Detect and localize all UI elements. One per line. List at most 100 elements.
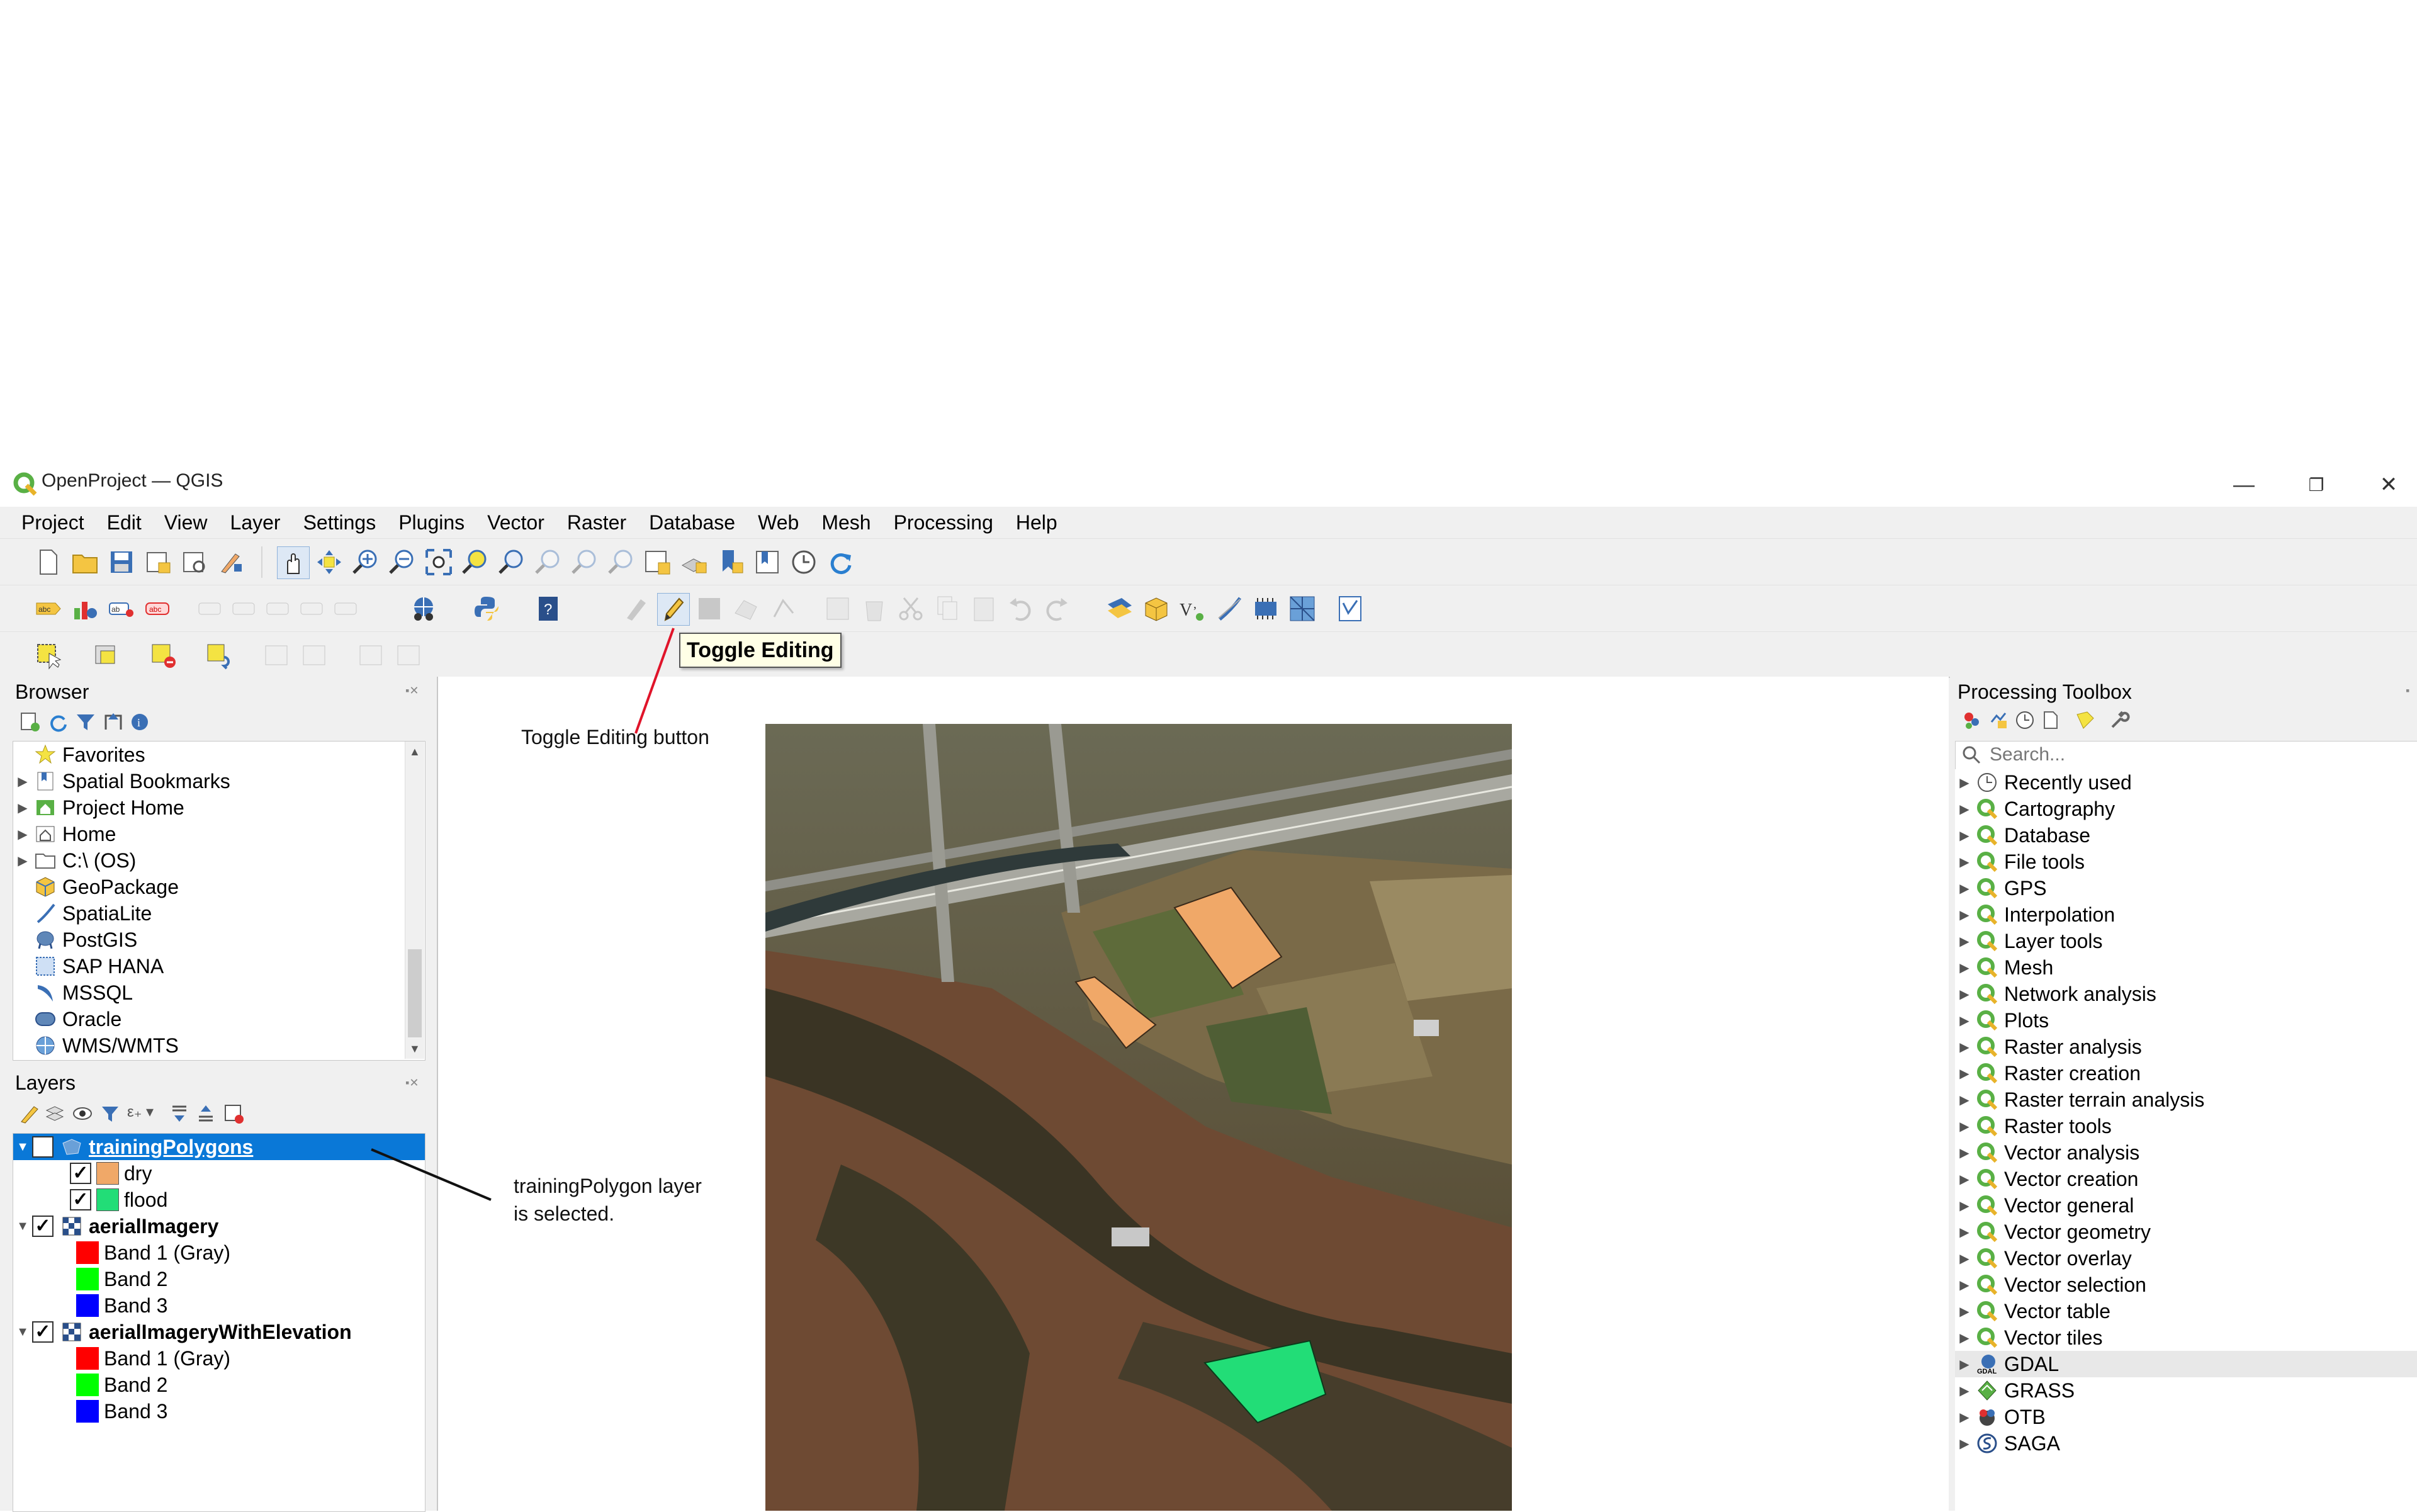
close-button[interactable]: ✕ — [2354, 463, 2417, 507]
add-delimited-text-icon[interactable]: V, — [1177, 593, 1208, 624]
save-layer-edits-icon[interactable] — [694, 593, 725, 624]
layer-visibility-checkbox[interactable]: ✓ — [32, 1136, 54, 1158]
class-visibility-checkbox[interactable]: ✓ — [70, 1189, 91, 1210]
open-attribute-table-icon[interactable] — [261, 640, 292, 671]
expand-arrow-icon[interactable]: ▶ — [1955, 881, 1974, 896]
menu-settings[interactable]: Settings — [300, 510, 380, 536]
menu-mesh[interactable]: Mesh — [818, 510, 874, 536]
cut-features-icon[interactable] — [895, 593, 927, 624]
toolbox-item-raster-tools[interactable]: ▶ Raster tools — [1955, 1113, 2111, 1139]
rotate-label-icon[interactable] — [229, 593, 261, 624]
restore-button[interactable]: ❐ — [2282, 463, 2351, 507]
zoom-in-icon[interactable] — [350, 546, 381, 578]
browser-item-mssql[interactable]: MSSQL — [13, 979, 133, 1006]
toolbox-item-raster-analysis[interactable]: ▶ Raster analysis — [1955, 1034, 2141, 1060]
browser-item-spatial-bookmarks[interactable]: ▶ Spatial Bookmarks — [13, 768, 230, 794]
collapse-arrow-icon[interactable]: ▼ — [13, 1325, 32, 1340]
pin-labels-icon[interactable]: ab — [106, 593, 137, 624]
expand-arrow-icon[interactable]: ▶ — [1955, 1039, 1974, 1055]
add-selected-layers-icon[interactable] — [19, 711, 42, 733]
browser-item-wms-wmts[interactable]: WMS/WMTS — [13, 1032, 179, 1059]
expand-arrow-icon[interactable]: ▶ — [1955, 986, 1974, 1002]
filter-legend-icon[interactable] — [99, 1103, 121, 1124]
expand-arrow-icon[interactable]: ▶ — [13, 774, 32, 789]
label-properties-icon[interactable] — [297, 593, 329, 624]
layer-visibility-checkbox[interactable]: ✓ — [32, 1321, 54, 1343]
minimize-button[interactable]: — — [2209, 463, 2279, 507]
zoom-to-layer-icon[interactable] — [496, 546, 527, 578]
toolbox-item-vector-overlay[interactable]: ▶ Vector overlay — [1955, 1245, 2131, 1272]
vertex-tool-icon[interactable] — [769, 593, 801, 624]
browser-panel-close-icon[interactable]: ▪✕ — [405, 684, 419, 697]
collapse-all-icon[interactable] — [102, 711, 125, 733]
change-label-icon[interactable] — [263, 593, 295, 624]
menu-layer[interactable]: Layer — [227, 510, 285, 536]
zoom-next-icon[interactable] — [606, 546, 637, 578]
expand-arrow-icon[interactable]: ▶ — [1955, 1092, 1974, 1108]
zoom-to-selection-icon[interactable] — [459, 546, 491, 578]
edit-features-in-place-icon[interactable] — [2075, 709, 2096, 731]
add-geopackage-layer-icon[interactable] — [1141, 593, 1172, 624]
toolbox-item-otb[interactable]: ▶ OTB — [1955, 1404, 2045, 1430]
browser-item-home[interactable]: ▶ Home — [13, 821, 116, 847]
expand-arrow-icon[interactable]: ▶ — [1955, 1330, 1974, 1346]
open-project-icon[interactable] — [69, 546, 101, 578]
new-3d-map-view-icon[interactable] — [679, 546, 710, 578]
legend-item-flood[interactable]: ✓ flood — [70, 1187, 167, 1213]
toolbox-item-file-tools[interactable]: ▶ File tools — [1955, 849, 2085, 875]
expand-arrow-icon[interactable]: ▶ — [1955, 1304, 1974, 1319]
select-by-value-icon[interactable] — [91, 640, 122, 671]
zoom-full-icon[interactable] — [423, 546, 454, 578]
expand-arrow-icon[interactable]: ▶ — [1955, 775, 1974, 791]
expand-arrow-icon[interactable]: ▶ — [1955, 907, 1974, 923]
move-label-icon[interactable] — [195, 593, 227, 624]
expand-arrow-icon[interactable]: ▶ — [1955, 1013, 1974, 1029]
properties-info-icon[interactable]: i — [128, 711, 151, 733]
menu-processing[interactable]: Processing — [890, 510, 997, 536]
statistics-icon[interactable] — [355, 640, 386, 671]
layer-item-aerialimagery[interactable]: ▼ ✓ aerialImagery — [13, 1213, 218, 1239]
current-edits-icon[interactable] — [621, 593, 652, 624]
menu-edit[interactable]: Edit — [103, 510, 145, 536]
toolbox-close-icon[interactable]: ▪ — [2406, 684, 2409, 697]
callout-icon[interactable] — [331, 593, 363, 624]
menu-raster[interactable]: Raster — [563, 510, 630, 536]
browser-item-postgis[interactable]: PostGIS — [13, 927, 137, 953]
toolbox-item-saga[interactable]: ▶ SAGA — [1955, 1430, 2060, 1457]
new-print-layout-icon[interactable] — [142, 546, 174, 578]
expand-arrow-icon[interactable]: ▶ — [1955, 1119, 1974, 1134]
georeferencer-icon[interactable] — [408, 593, 439, 624]
toolbox-item-raster-creation[interactable]: ▶ Raster creation — [1955, 1060, 2141, 1086]
expand-all-icon[interactable] — [169, 1103, 190, 1124]
show-bookmarks-icon[interactable] — [752, 546, 783, 578]
history-icon[interactable] — [2014, 709, 2036, 731]
menu-help[interactable]: Help — [1012, 510, 1061, 536]
expand-arrow-icon[interactable]: ▶ — [1955, 828, 1974, 843]
toolbox-item-cartography[interactable]: ▶ Cartography — [1955, 796, 2115, 822]
expand-arrow-icon[interactable]: ▶ — [1955, 1251, 1974, 1267]
style-manager-icon[interactable] — [215, 546, 247, 578]
layers-panel-close-icon[interactable]: ▪✕ — [405, 1076, 419, 1090]
toggle-editing-icon[interactable] — [657, 593, 690, 626]
collapse-all-layers-icon[interactable] — [195, 1103, 217, 1124]
show-hide-labels-icon[interactable]: abc — [142, 593, 174, 624]
new-map-view-icon[interactable] — [642, 546, 673, 578]
add-group-icon[interactable] — [44, 1103, 65, 1124]
expand-arrow-icon[interactable]: ▶ — [1955, 1383, 1974, 1399]
save-project-icon[interactable] — [106, 546, 137, 578]
toolbox-item-vector-creation[interactable]: ▶ Vector creation — [1955, 1166, 2138, 1192]
menu-web[interactable]: Web — [754, 510, 803, 536]
remove-layer-icon[interactable] — [223, 1103, 244, 1124]
redo-icon[interactable] — [1041, 593, 1073, 624]
browser-item-geopackage[interactable]: GeoPackage — [13, 874, 179, 900]
browser-item-project-home[interactable]: ▶ Project Home — [13, 794, 184, 821]
expand-arrow-icon[interactable]: ▶ — [1955, 801, 1974, 817]
menu-project[interactable]: Project — [18, 510, 88, 536]
add-vector-layer-icon[interactable] — [1104, 593, 1135, 624]
python-console-icon[interactable] — [471, 593, 502, 624]
menu-plugins[interactable]: Plugins — [395, 510, 468, 536]
field-calculator-icon[interactable] — [298, 640, 330, 671]
diagram-options-icon[interactable] — [69, 593, 101, 624]
expand-arrow-icon[interactable]: ▶ — [1955, 1224, 1974, 1240]
toolbox-item-recently-used[interactable]: ▶ Recently used — [1955, 769, 2131, 796]
